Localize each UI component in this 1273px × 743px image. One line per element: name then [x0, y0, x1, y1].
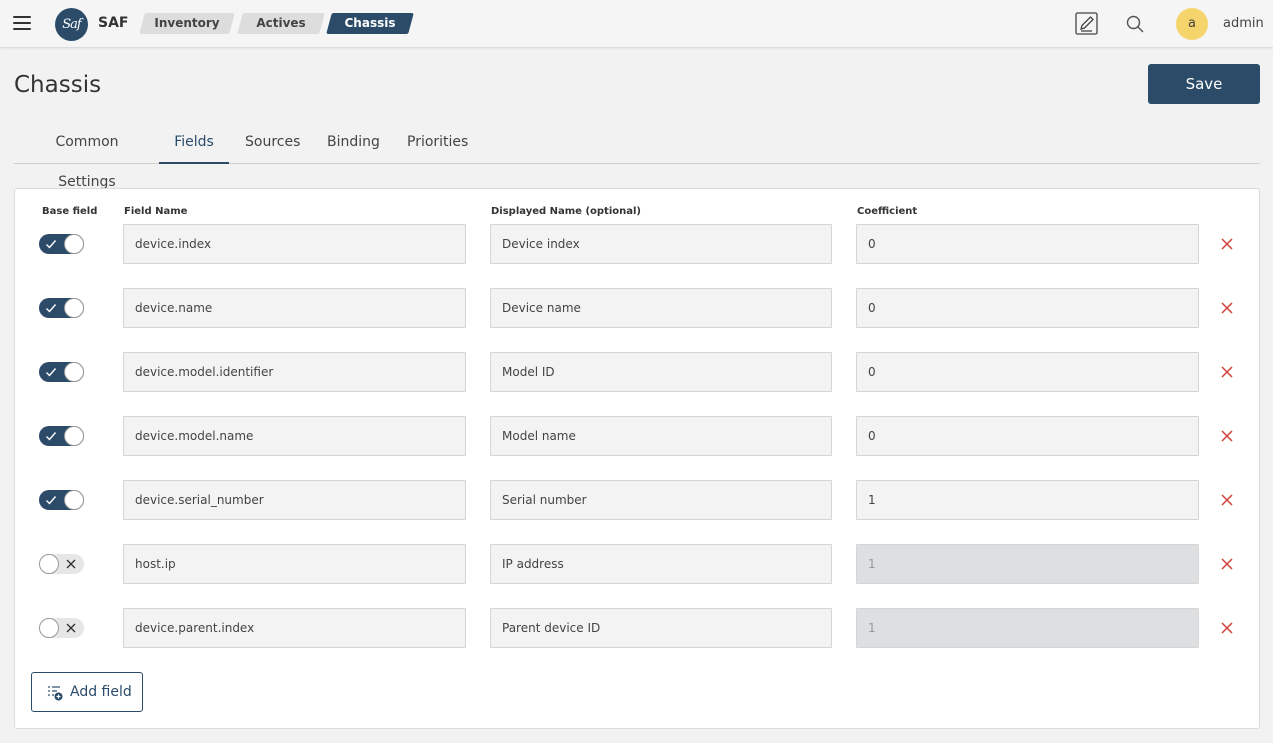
coefficient-input[interactable]: 0	[856, 224, 1199, 264]
field-name-input[interactable]: device.name	[123, 288, 466, 328]
fields-card: Base field Field Name Displayed Name (op…	[14, 188, 1260, 729]
delete-icon[interactable]	[1220, 301, 1234, 315]
field-row: device.parent.index Parent device ID 1	[15, 608, 1261, 648]
displayed-name-input[interactable]: IP address	[490, 544, 832, 584]
app-logo[interactable]: Saf	[55, 8, 88, 41]
base-field-toggle[interactable]	[39, 362, 84, 382]
check-icon	[46, 432, 57, 441]
toggle-knob	[64, 426, 84, 446]
field-name-input[interactable]: device.model.identifier	[123, 352, 466, 392]
save-button[interactable]: Save	[1148, 64, 1260, 104]
coefficient-input[interactable]: 0	[856, 416, 1199, 456]
delete-icon[interactable]	[1220, 493, 1234, 507]
breadcrumb-chassis[interactable]: Chassis	[326, 13, 414, 34]
field-row: device.model.name Model name 0	[15, 416, 1261, 456]
edit-note-icon[interactable]	[1075, 12, 1098, 35]
coefficient-input[interactable]: 1	[856, 480, 1199, 520]
displayed-name-input[interactable]: Parent device ID	[490, 608, 832, 648]
toggle-knob	[64, 298, 84, 318]
hamburger-menu-icon[interactable]	[13, 16, 31, 30]
tab-priorities[interactable]: Priorities	[407, 122, 468, 164]
base-field-toggle[interactable]	[39, 490, 84, 510]
check-icon	[46, 368, 57, 377]
cross-icon	[66, 623, 76, 633]
tab-bar: Common Settings Fields Sources Binding P…	[14, 122, 1260, 190]
coefficient-input: 1	[856, 544, 1199, 584]
toggle-knob	[39, 554, 59, 574]
delete-icon[interactable]	[1220, 621, 1234, 635]
delete-icon[interactable]	[1220, 365, 1234, 379]
base-field-toggle[interactable]	[39, 234, 84, 254]
coefficient-input[interactable]: 0	[856, 352, 1199, 392]
toggle-knob	[39, 618, 59, 638]
cross-icon	[66, 559, 76, 569]
top-bar: Saf SAF Inventory Actives Chassis a admi…	[0, 0, 1273, 48]
displayed-name-input[interactable]: Device index	[490, 224, 832, 264]
check-icon	[46, 240, 57, 249]
add-field-label: Add field	[70, 684, 132, 700]
column-header-base-field: Base field	[42, 206, 98, 217]
tab-binding[interactable]: Binding	[327, 122, 380, 164]
delete-icon[interactable]	[1220, 237, 1234, 251]
field-name-input[interactable]: host.ip	[123, 544, 466, 584]
field-row: device.serial_number Serial number 1	[15, 480, 1261, 520]
field-name-input[interactable]: device.serial_number	[123, 480, 466, 520]
check-icon	[46, 496, 57, 505]
field-row: device.name Device name 0	[15, 288, 1261, 328]
tab-sources[interactable]: Sources	[245, 122, 300, 164]
page-title: Chassis	[14, 72, 102, 98]
base-field-toggle[interactable]	[39, 554, 84, 574]
tab-fields[interactable]: Fields	[159, 122, 229, 164]
coefficient-input: 1	[856, 608, 1199, 648]
column-header-displayed-name: Displayed Name (optional)	[491, 206, 641, 217]
toggle-knob	[64, 234, 84, 254]
field-name-input[interactable]: device.model.name	[123, 416, 466, 456]
column-header-coefficient: Coefficient	[857, 206, 918, 217]
breadcrumb-inventory[interactable]: Inventory	[139, 13, 235, 34]
base-field-toggle[interactable]	[39, 298, 84, 318]
displayed-name-input[interactable]: Serial number	[490, 480, 832, 520]
user-name[interactable]: admin	[1223, 16, 1264, 31]
field-name-input[interactable]: device.parent.index	[123, 608, 466, 648]
field-row: device.model.identifier Model ID 0	[15, 352, 1261, 392]
toggle-knob	[64, 490, 84, 510]
avatar[interactable]: a	[1176, 8, 1208, 40]
delete-icon[interactable]	[1220, 557, 1234, 571]
app-name: SAF	[98, 15, 129, 31]
add-field-button[interactable]: Add field	[31, 672, 143, 712]
field-row: device.index Device index 0	[15, 224, 1261, 264]
field-name-input[interactable]: device.index	[123, 224, 466, 264]
search-icon[interactable]	[1126, 15, 1144, 33]
column-header-field-name: Field Name	[124, 206, 188, 217]
base-field-toggle[interactable]	[39, 618, 84, 638]
field-row: host.ip IP address 1	[15, 544, 1261, 584]
delete-icon[interactable]	[1220, 429, 1234, 443]
displayed-name-input[interactable]: Model name	[490, 416, 832, 456]
toggle-knob	[64, 362, 84, 382]
displayed-name-input[interactable]: Device name	[490, 288, 832, 328]
check-icon	[46, 304, 57, 313]
base-field-toggle[interactable]	[39, 426, 84, 446]
displayed-name-input[interactable]: Model ID	[490, 352, 832, 392]
add-list-icon	[48, 686, 63, 701]
breadcrumb-actives[interactable]: Actives	[237, 13, 325, 34]
tab-common-settings[interactable]: Common Settings	[30, 122, 144, 190]
coefficient-input[interactable]: 0	[856, 288, 1199, 328]
